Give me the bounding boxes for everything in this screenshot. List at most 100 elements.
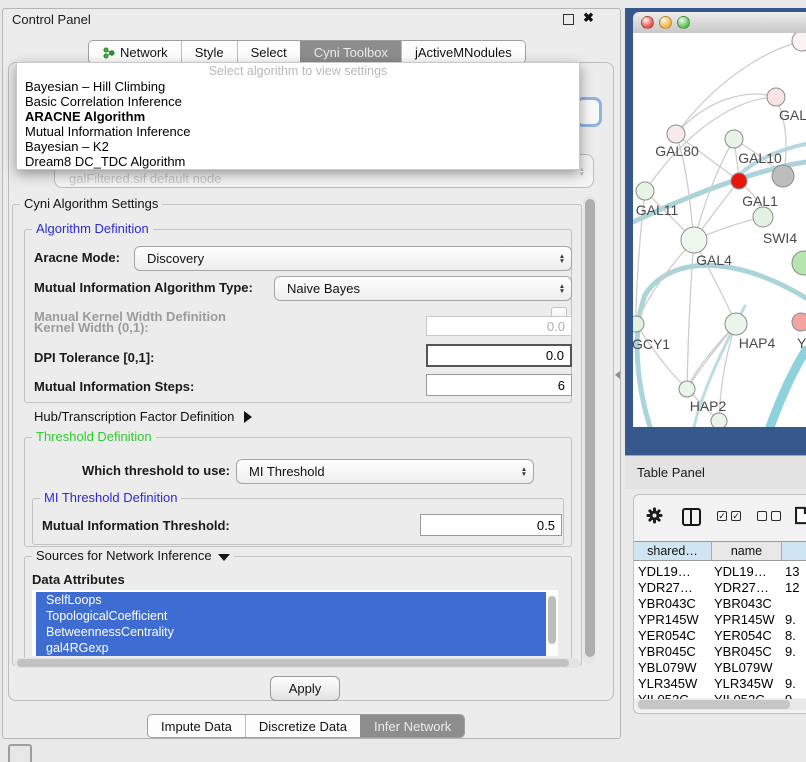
network-node-gal11[interactable] <box>636 182 654 200</box>
settings-vertical-scrollbar[interactable] <box>583 196 596 664</box>
collapse-arrow-icon[interactable] <box>218 554 230 561</box>
tab-style[interactable]: Style <box>181 41 237 63</box>
attribute-list-scrollbar[interactable] <box>548 594 556 652</box>
which-threshold-label: Which threshold to use: <box>34 463 230 478</box>
algorithm-option-mutual-information[interactable]: Mutual Information Inference <box>17 124 579 139</box>
network-edge[interactable] <box>676 94 776 134</box>
combo-spinner-icon: ▲▼ <box>553 254 571 264</box>
network-node-gal10[interactable] <box>725 130 743 148</box>
threshold-definition-title: Threshold Definition <box>32 430 156 444</box>
network-edge[interactable] <box>687 240 694 389</box>
float-window-icon[interactable] <box>563 14 574 25</box>
dpi-tolerance-field[interactable]: 0.0 <box>426 344 572 367</box>
select-all-checkboxes-icon[interactable]: ✓✓ <box>717 511 745 526</box>
which-threshold-combobox[interactable]: MI Threshold ▲▼ <box>236 459 534 484</box>
split-columns-icon[interactable] <box>682 508 701 526</box>
sources-group-title: Sources for Network Inference <box>32 549 234 563</box>
tab-select[interactable]: Select <box>237 41 300 63</box>
network-node-gcy1[interactable] <box>633 316 644 332</box>
tab-network[interactable]: Network <box>89 41 181 63</box>
node-label: HAP2 <box>690 398 727 414</box>
network-node-y[interactable] <box>792 313 806 331</box>
mi-steps-label: Mutual Information Steps: <box>34 379 194 394</box>
table-row[interactable]: YBR043CYBR043C <box>634 595 806 611</box>
list-item-betweennesscentrality[interactable]: BetweennessCentrality <box>36 624 546 640</box>
list-item-topologicalcoefficient[interactable]: TopologicalCoefficient <box>36 608 546 624</box>
network-node-hap2[interactable] <box>679 381 695 397</box>
network-edge[interactable] <box>636 240 694 324</box>
tab-cyni-toolbox[interactable]: Cyni Toolbox <box>300 41 401 63</box>
expander-arrow-icon <box>244 411 252 423</box>
algorithm-option-bayesian-hill-climbing[interactable]: Bayesian – Hill Climbing <box>17 79 579 94</box>
zoom-traffic-light-icon[interactable] <box>677 16 690 29</box>
hub-transcription-factor-expander[interactable]: Hub/Transcription Factor Definition <box>34 409 252 424</box>
table-row[interactable]: YLR345WYLR345W9. <box>634 675 806 691</box>
minimized-panel-icon[interactable] <box>8 744 32 762</box>
tab-infer-network[interactable]: Infer Network <box>360 715 464 737</box>
mi-steps-field[interactable]: 6 <box>426 374 572 396</box>
tab-jactivemnodules-label: jActiveMNodules <box>415 45 512 60</box>
network-node-gal80[interactable] <box>667 125 685 143</box>
network-node-hap4[interactable] <box>725 313 747 335</box>
aracne-mode-combobox[interactable]: Discovery ▲▼ <box>134 246 572 271</box>
network-node[interactable] <box>792 251 806 275</box>
table-horizontal-scrollbar[interactable] <box>636 699 806 710</box>
network-canvas[interactable]: GALGAL80GAL10GAL1GAL11SWI4GAL4GCY1HAP4YH… <box>633 33 806 427</box>
tab-style-label: Style <box>195 45 224 60</box>
network-node[interactable] <box>772 165 794 187</box>
network-edge[interactable] <box>770 350 806 427</box>
dpi-tolerance-label: DPI Tolerance [0,1]: <box>34 350 154 365</box>
mi-threshold-label: Mutual Information Threshold: <box>42 518 230 533</box>
tab-discretize-data[interactable]: Discretize Data <box>245 715 360 737</box>
deselect-checkboxes-icon[interactable] <box>757 511 785 526</box>
table-panel-title: Table Panel <box>637 465 705 480</box>
table-row[interactable]: YER054CYER054C8. <box>634 627 806 643</box>
minimize-traffic-light-icon[interactable] <box>659 16 672 29</box>
apply-button[interactable]: Apply <box>270 676 340 701</box>
tab-discretize-data-label: Discretize Data <box>259 719 347 734</box>
table-row[interactable]: YDR27…YDR27…12 <box>634 579 806 595</box>
close-icon[interactable]: ✖ <box>583 10 594 26</box>
table-row[interactable]: YPR145WYPR145W9. <box>634 611 806 627</box>
network-node-gal[interactable] <box>767 88 785 106</box>
table-row[interactable]: YBL079WYBL079W <box>634 659 806 675</box>
close-traffic-light-icon[interactable] <box>641 16 654 29</box>
network-node-gal1[interactable] <box>731 173 747 189</box>
node-label: SWI4 <box>763 230 797 246</box>
splitter-collapse-arrow-icon[interactable] <box>615 371 620 379</box>
network-view[interactable]: GALGAL80GAL10GAL1GAL11SWI4GAL4GCY1HAP4YH… <box>633 33 806 427</box>
network-node-gal4[interactable] <box>681 227 707 253</box>
data-attributes-list: SelfLoops TopologicalCoefficient Between… <box>32 590 558 656</box>
tab-impute-data-label: Impute Data <box>161 719 232 734</box>
column-header-clipped[interactable] <box>782 541 806 561</box>
network-node-swi4[interactable] <box>753 207 773 227</box>
network-node[interactable] <box>792 33 806 51</box>
algorithm-option-aracne[interactable]: ARACNE Algorithm <box>17 109 579 124</box>
network-edge[interactable] <box>636 324 687 389</box>
table-row[interactable]: YBR045CYBR045C9. <box>634 643 806 659</box>
control-panel-tabbar: Network Style Select Cyni Toolbox jActiv… <box>88 40 526 64</box>
tab-cyni-toolbox-label: Cyni Toolbox <box>314 45 388 60</box>
kernel-width-field[interactable]: 0.0 <box>426 316 572 336</box>
network-node[interactable] <box>711 413 727 427</box>
node-label: GAL10 <box>738 150 782 166</box>
column-header-name[interactable]: name <box>712 541 782 561</box>
file-icon[interactable] <box>794 506 806 528</box>
list-item-selfloops[interactable]: SelfLoops <box>36 592 546 608</box>
algorithm-option-bayesian-k2[interactable]: Bayesian – K2 <box>17 139 579 154</box>
algorithm-option-basic-correlation[interactable]: Basic Correlation Inference <box>17 94 579 109</box>
settings-gear-icon[interactable] <box>646 507 663 527</box>
tab-jactivemnodules[interactable]: jActiveMNodules <box>401 41 525 63</box>
tab-impute-data[interactable]: Impute Data <box>148 715 245 737</box>
settings-horizontal-scrollbar[interactable] <box>14 658 580 668</box>
mi-algorithm-type-combobox[interactable]: Naive Bayes ▲▼ <box>274 276 572 301</box>
mi-threshold-field[interactable]: 0.5 <box>420 514 562 536</box>
column-header-shared-name-label: shared… <box>647 544 698 558</box>
list-item-gal4rgexp[interactable]: gal4RGexp <box>36 640 546 656</box>
table-row[interactable]: YDL19…YDL19…13 <box>634 563 806 579</box>
algorithm-dropdown-popup: Select algorithm to view settings Bayesi… <box>16 62 580 170</box>
hub-expander-label: Hub/Transcription Factor Definition <box>34 409 234 424</box>
column-header-shared-name[interactable]: shared… <box>634 541 712 561</box>
algorithm-option-dream8[interactable]: Dream8 DC_TDC Algorithm <box>17 154 579 169</box>
apply-button-label: Apply <box>289 681 322 696</box>
